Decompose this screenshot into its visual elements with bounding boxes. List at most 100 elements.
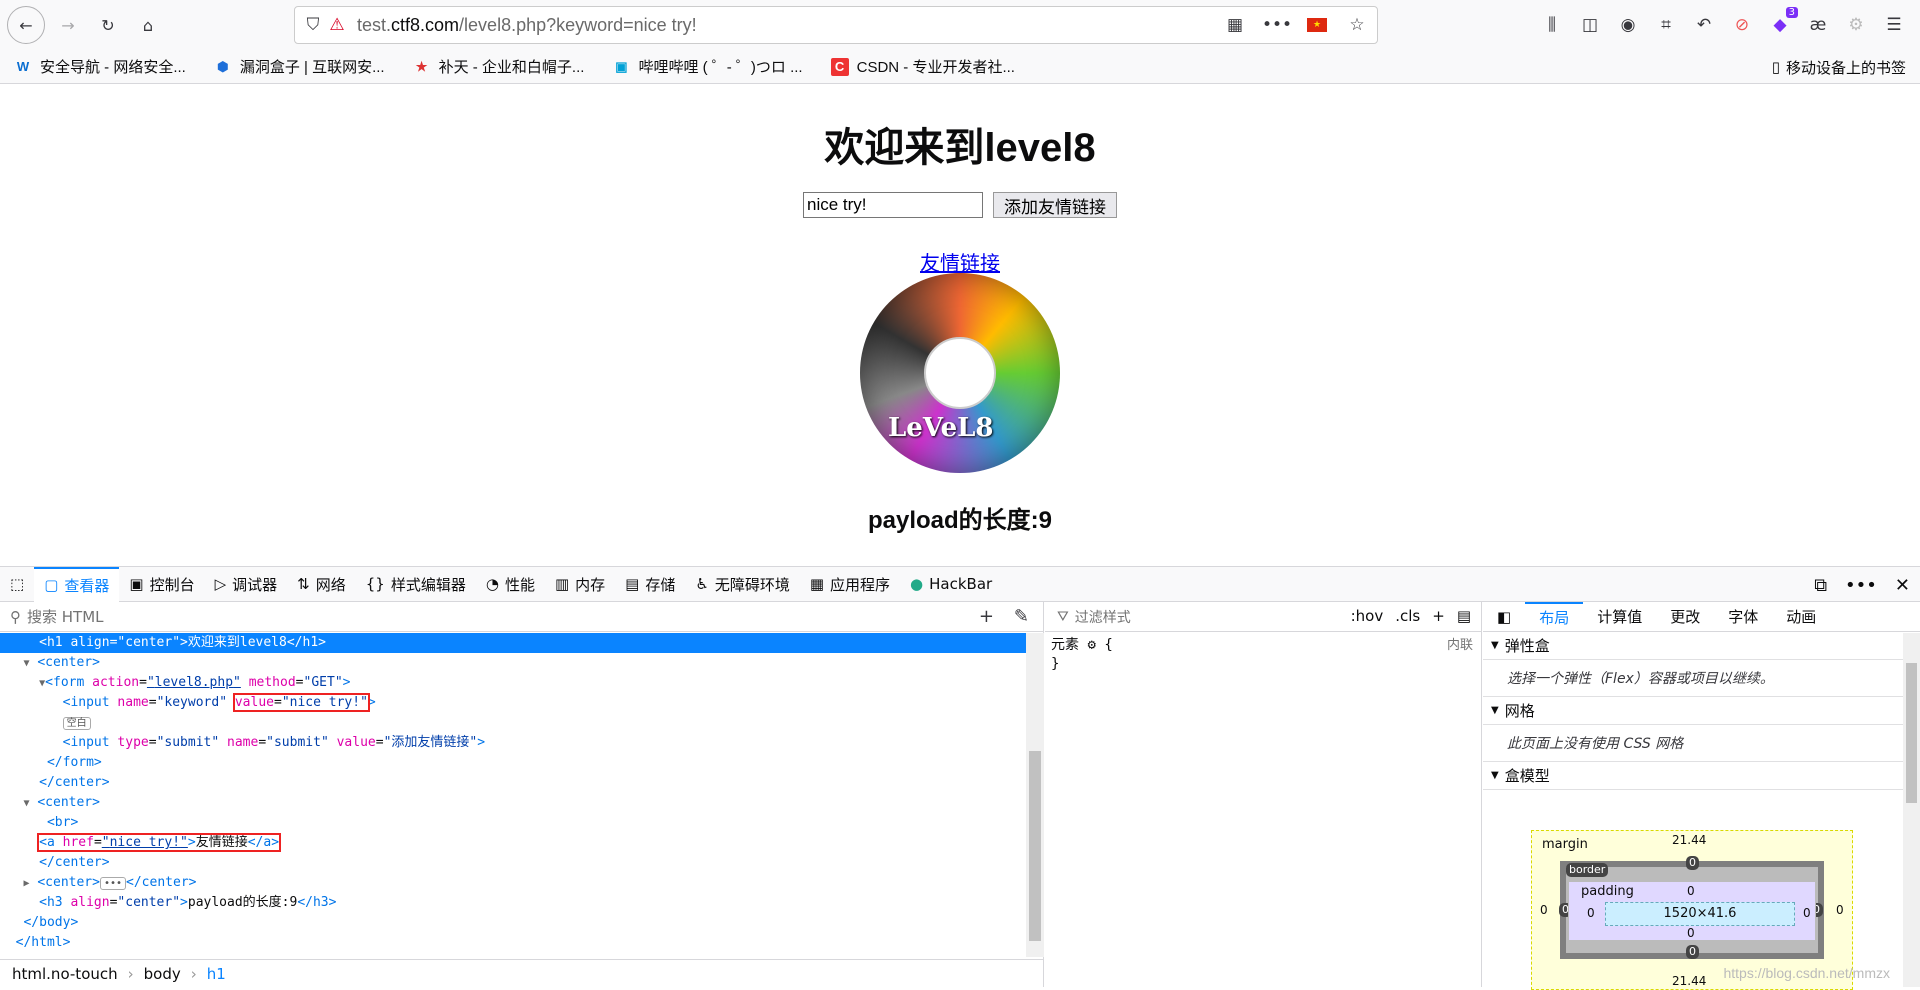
margin-top-value[interactable]: 21.44 [1672, 833, 1706, 847]
padding-right-value[interactable]: 0 [1803, 906, 1811, 920]
home-button[interactable]: ⌂ [131, 8, 165, 42]
tab-animations[interactable]: 动画 [1772, 602, 1830, 632]
breadcrumb-html[interactable]: html.no-touch [12, 965, 118, 983]
markup-line-center3[interactable]: ▶ <center>•••</center> [0, 873, 1026, 893]
reload-button[interactable]: ↻ [91, 8, 125, 42]
markup-line-br[interactable]: <br> [0, 813, 1026, 833]
more-actions-icon[interactable]: ••• [1265, 13, 1289, 37]
grid-section-header[interactable]: ▼网格 [1483, 697, 1903, 725]
sidebar-icon[interactable]: ◫ [1578, 13, 1602, 37]
library-icon[interactable]: ⫼ [1540, 13, 1564, 37]
devtools-menu-icon[interactable]: ••• [1845, 575, 1877, 596]
ae-icon[interactable]: æ [1806, 13, 1830, 37]
markup-line-h3[interactable]: <h3 align="center">payload的长度:9</h3> [0, 893, 1026, 913]
element-picker-button[interactable]: ⬚ [0, 567, 34, 602]
crop-icon[interactable]: ⌗ [1654, 13, 1678, 37]
insecure-lock-icon[interactable]: ⚠ [325, 13, 349, 37]
margin-bottom-value[interactable]: 21.44 [1672, 974, 1706, 988]
china-flag-icon[interactable]: ★ [1307, 18, 1327, 32]
markup-line-h1[interactable]: <h1 align="center">欢迎来到level8</h1> [0, 633, 1026, 653]
forward-button[interactable]: → [51, 8, 85, 42]
gear-icon[interactable]: ⚙ [1087, 637, 1095, 653]
scrollbar-thumb[interactable] [1906, 663, 1917, 803]
markup-line-center-close[interactable]: </center> [0, 773, 1026, 793]
dock-icon[interactable]: ⧉ [1814, 575, 1827, 596]
cls-toggle[interactable]: .cls [1395, 607, 1420, 625]
breadcrumb-h1[interactable]: h1 [207, 965, 226, 983]
hamburger-menu-icon[interactable]: ☰ [1882, 13, 1906, 37]
style-filter-input[interactable]: 过滤样式 [1075, 607, 1131, 627]
tab-storage[interactable]: ▤存储 [615, 567, 685, 602]
flexbox-section-header[interactable]: ▼弹性盒 [1483, 632, 1903, 660]
eyedropper-icon[interactable]: ✎ [1014, 606, 1029, 627]
close-icon[interactable]: ✕ [1895, 575, 1910, 596]
account-icon[interactable]: ◉ [1616, 13, 1640, 37]
markup-line-a[interactable]: <a href="nice try!">友情链接</a> [0, 833, 1026, 853]
expand-triangle-icon[interactable]: ▼ [23, 658, 29, 669]
friend-link[interactable]: 友情链接 [920, 253, 1000, 275]
box-model-section-header[interactable]: ▼盒模型 [1483, 762, 1903, 790]
markup-line-form[interactable]: ▼<form action="level8.php" method="GET"> [0, 673, 1026, 693]
markup-line-body-close[interactable]: </body> [0, 913, 1026, 933]
bookmark-item[interactable]: ▣哔哩哔哩 ( ゜- ゜)つロ ... [612, 56, 802, 77]
markup-line-center[interactable]: ▼ <center> [0, 653, 1026, 673]
url-bar[interactable]: ⛉ ⚠ test.ctf8.com/level8.php?keyword=nic… [294, 6, 1378, 44]
tab-changes[interactable]: 更改 [1656, 602, 1714, 632]
print-icon[interactable]: ▤ [1457, 607, 1471, 625]
tab-memory[interactable]: ▥内存 [545, 567, 615, 602]
tab-network[interactable]: ⇅网络 [287, 567, 356, 602]
mobile-bookmarks[interactable]: ▯移动设备上的书签 [1772, 50, 1906, 84]
add-rule-icon[interactable]: + [1432, 607, 1445, 625]
blocker-icon[interactable]: ⊘ [1730, 13, 1754, 37]
tab-inspector[interactable]: ▢查看器 [34, 567, 119, 602]
tab-application[interactable]: ▦应用程序 [800, 567, 900, 602]
extension-icon[interactable]: ◆3 [1768, 13, 1792, 37]
markup-line-whitespace[interactable]: 空白 [0, 713, 1026, 733]
bookmark-item[interactable]: ⬢漏洞盒子 | 互联网安... [214, 56, 385, 77]
markup-line-html-close[interactable]: </html> [0, 933, 1026, 953]
bookmark-item[interactable]: W安全导航 - 网络安全... [14, 56, 186, 77]
breadcrumb-body[interactable]: body [144, 965, 181, 983]
padding-top-value[interactable]: 0 [1687, 884, 1695, 898]
tab-performance[interactable]: ◔性能 [476, 567, 545, 602]
padding-left-value[interactable]: 0 [1587, 906, 1595, 920]
tab-console[interactable]: ▣控制台 [119, 567, 204, 602]
tab-style-editor[interactable]: {}样式编辑器 [356, 567, 476, 602]
padding-bottom-value[interactable]: 0 [1687, 926, 1695, 940]
ellipsis-badge[interactable]: ••• [100, 877, 126, 890]
layout-scrollbar[interactable] [1903, 633, 1920, 987]
add-node-icon[interactable]: + [979, 606, 994, 627]
markup-line-submit[interactable]: <input type="submit" name="submit" value… [0, 733, 1026, 753]
tab-hackbar[interactable]: ●HackBar [900, 567, 1002, 602]
markup-line-center2[interactable]: ▼ <center> [0, 793, 1026, 813]
box-model-content[interactable]: 1520×41.6 [1605, 902, 1795, 926]
submit-button[interactable]: 添加友情链接 [993, 192, 1117, 218]
markup-line-input[interactable]: <input name="keyword" value="nice try!"> [0, 693, 1026, 713]
html-search-input[interactable]: 搜索 HTML [27, 606, 104, 627]
shield-icon[interactable]: ⛉ [301, 13, 325, 37]
border-top-value[interactable]: 0 [1686, 856, 1699, 870]
hov-toggle[interactable]: :hov [1351, 607, 1384, 625]
markup-line-center2-close[interactable]: </center> [0, 853, 1026, 873]
tab-layout[interactable]: 布局 [1525, 602, 1583, 632]
border-bottom-value[interactable]: 0 [1686, 945, 1699, 959]
bookmark-star-icon[interactable]: ☆ [1345, 13, 1369, 37]
back-button[interactable]: ← [7, 6, 45, 44]
tab-computed[interactable]: 计算值 [1583, 602, 1656, 632]
gear-extension-icon[interactable]: ⚙ [1844, 13, 1868, 37]
tab-debugger[interactable]: ▷调试器 [205, 567, 288, 602]
bookmark-item[interactable]: ★补天 - 企业和白帽子... [413, 56, 585, 77]
collapsed-triangle-icon[interactable]: ▶ [23, 878, 29, 889]
margin-right-value[interactable]: 0 [1836, 903, 1844, 917]
url-text[interactable]: test.ctf8.com/level8.php?keyword=nice tr… [357, 15, 697, 36]
expand-triangle-icon[interactable]: ▼ [23, 798, 29, 809]
markup-scrollbar[interactable] [1026, 633, 1044, 957]
margin-left-value[interactable]: 0 [1540, 903, 1548, 917]
qr-code-icon[interactable]: ▦ [1223, 13, 1247, 37]
toggle-panel-icon[interactable]: ◧ [1483, 602, 1525, 632]
tab-fonts[interactable]: 字体 [1714, 602, 1772, 632]
scrollbar-thumb[interactable] [1029, 751, 1041, 941]
tab-accessibility[interactable]: ♿无障碍环境 [685, 567, 799, 602]
keyword-input[interactable] [803, 192, 983, 218]
undo-icon[interactable]: ↶ [1692, 13, 1716, 37]
